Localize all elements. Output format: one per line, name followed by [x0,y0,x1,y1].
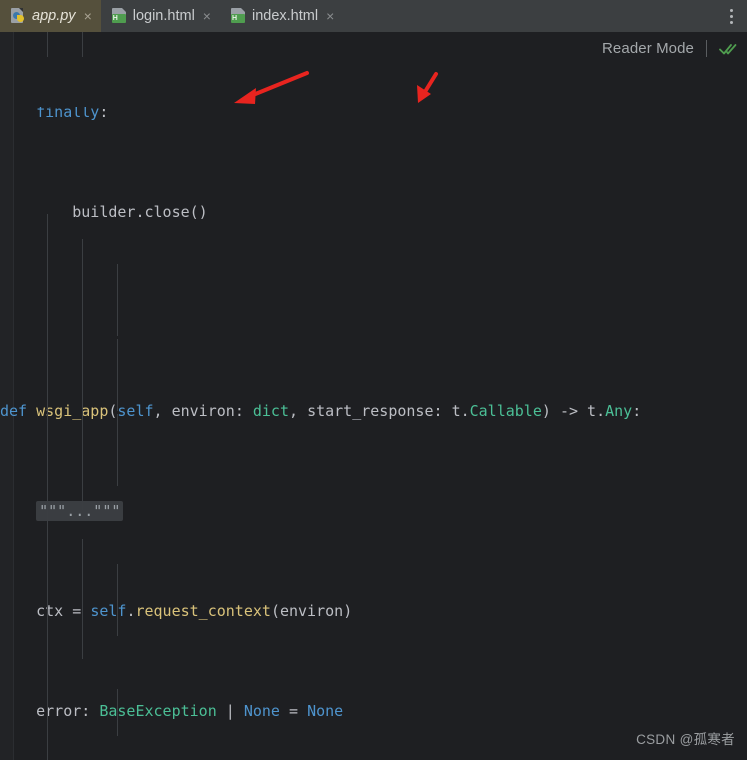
double-check-icon[interactable] [719,41,737,57]
close-icon[interactable]: × [326,9,334,23]
watermark: CSDN @孤寒者 [636,732,735,747]
indent-guide [117,339,118,411]
code-line: builder.close() [72,203,208,221]
folded-docstring[interactable]: """...""" [36,501,124,521]
code-editor[interactable]: Reader Mode finally: builder.close() def… [0,32,747,760]
python-file-icon [11,8,26,24]
tab-login-html[interactable]: H login.html × [101,0,220,32]
ide-window: app.py × H login.html × H index.html × R… [0,0,747,760]
code-line: finally: [36,107,109,121]
editor-tab-bar: app.py × H login.html × H index.html × [0,0,747,32]
code-line: ctx = self.request_context(environ) [36,602,353,620]
tab-index-html[interactable]: H index.html × [220,0,343,32]
html-file-icon: H [230,8,246,24]
close-icon[interactable]: × [203,9,211,23]
indent-guide [82,239,83,510]
tab-label: app.py [32,7,76,24]
reader-mode-bar: Reader Mode [602,40,737,57]
code-line: def wsgi_app(self, environ: dict, start_… [0,402,642,420]
code-line-folded-docstring[interactable]: """...""" [0,499,747,524]
code-content[interactable]: finally: builder.close() def wsgi_app(se… [0,32,747,760]
indent-guide [47,32,48,57]
divider [706,40,707,57]
indent-guide [117,414,118,486]
tab-label: login.html [132,7,195,24]
code-line: error: BaseException | None = None [36,702,344,720]
indent-guide [117,564,118,636]
indent-guide [117,689,118,736]
indent-guide [47,214,48,760]
indent-guide [82,32,83,57]
tab-label: index.html [251,7,319,24]
tab-app-py[interactable]: app.py × [0,0,101,32]
more-options-icon[interactable] [720,0,742,32]
indent-guide [82,539,83,659]
close-icon[interactable]: × [84,9,92,23]
indent-guide [117,264,118,336]
html-file-icon: H [111,8,127,24]
reader-mode-label: Reader Mode [602,40,694,57]
